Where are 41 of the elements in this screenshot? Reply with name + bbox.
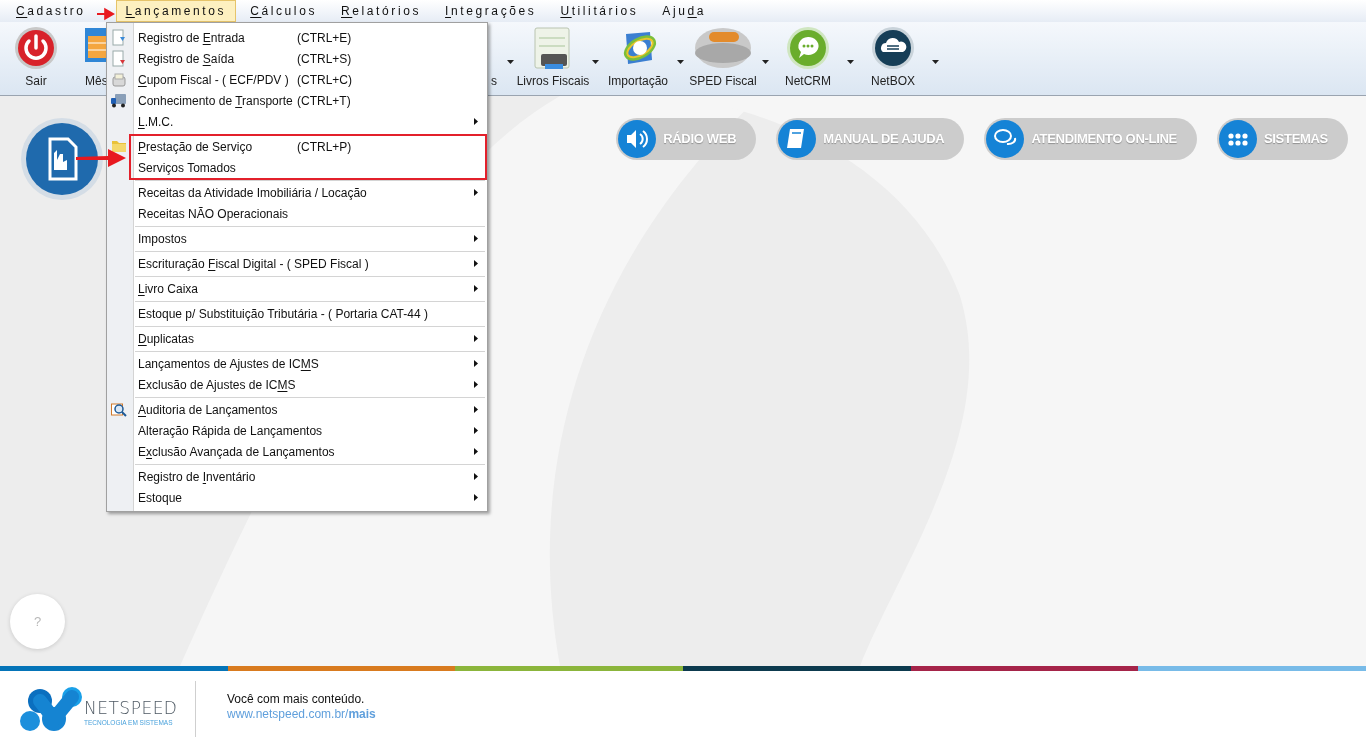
menu-bar-item[interactable]: Utilitários xyxy=(550,0,649,22)
menu-bar-item[interactable]: Integrações xyxy=(435,0,547,22)
menu-item[interactable]: Auditoria de Lançamentos xyxy=(131,399,485,420)
toolbar-button[interactable]: NetBOX xyxy=(857,22,929,95)
menu-item[interactable]: Estoque xyxy=(131,487,485,508)
toolbar-button[interactable]: Livros Fiscais xyxy=(517,22,589,95)
brand-name: NETSPEED xyxy=(84,699,178,717)
toolbar-button[interactable]: Importação xyxy=(602,22,674,95)
menu-item[interactable]: Exclusão Avançada de Lançamentos xyxy=(131,441,485,462)
menu-item[interactable]: Escrituração Fiscal Digital - ( SPED Fiscal ) xyxy=(131,253,485,274)
toolbar-button[interactable]: SPED Fiscal xyxy=(687,22,759,95)
menu-item[interactable]: Receitas NÃO Operacionais xyxy=(131,203,485,224)
menu-item[interactable]: Cupom Fiscal - ( ECF/PDV ) (CTRL+C) xyxy=(131,69,485,90)
menu-item[interactable]: Alteração Rápida de Lançamentos xyxy=(131,420,485,441)
menu-item[interactable]: Duplicatas xyxy=(131,328,485,349)
annotation-arrow xyxy=(97,6,115,22)
menu-bar-item[interactable]: C álculos xyxy=(240,0,327,22)
menu-bar-item[interactable]: Aju da xyxy=(652,0,717,22)
menu-item[interactable]: Prestação de Serviço (CTRL+P) xyxy=(131,136,485,157)
menu-item[interactable]: L.M.C. xyxy=(131,111,485,132)
document-hand-icon xyxy=(20,117,104,201)
menu-item[interactable]: Registro de Entrada (CTRL+E) xyxy=(131,27,485,48)
menu-item[interactable]: Impostos xyxy=(131,228,485,249)
menu-bar-item[interactable]: Cadastro xyxy=(6,0,96,22)
menu-item[interactable]: Registro de Inventário xyxy=(131,466,485,487)
logo-icon xyxy=(20,687,82,733)
menu-item[interactable]: Estoque p/ Substituição Tributária - ( Portaria CAT-44 ) xyxy=(131,303,485,324)
menu-item[interactable]: Serviços Tomados xyxy=(131,157,485,178)
slogan: Você com mais conteúdo. xyxy=(227,692,366,707)
toolbar-button[interactable]: NetCRM xyxy=(772,22,844,95)
menu-item[interactable]: Livro Caixa xyxy=(131,278,485,299)
menu-item[interactable]: Lançamentos de Ajustes de ICMS xyxy=(131,353,485,374)
menu-item[interactable]: Conhecimento de Transporte (CTRL+T) xyxy=(131,90,485,111)
menu-bar-item[interactable]: Relatórios xyxy=(331,0,432,22)
toolbar-label: s xyxy=(491,73,498,90)
menu-item[interactable]: Receitas da Atividade Imobiliária / Locação xyxy=(131,182,485,203)
menu-item[interactable]: Registro de Saída (CTRL+S) xyxy=(131,48,485,69)
menu-item[interactable]: Exclusão de Ajustes de ICMS xyxy=(131,374,485,395)
menu-bar-item[interactable]: Lançamentos xyxy=(115,0,237,22)
annotation-arrow xyxy=(76,148,126,168)
toolbar-button[interactable]: Sair xyxy=(0,22,72,95)
